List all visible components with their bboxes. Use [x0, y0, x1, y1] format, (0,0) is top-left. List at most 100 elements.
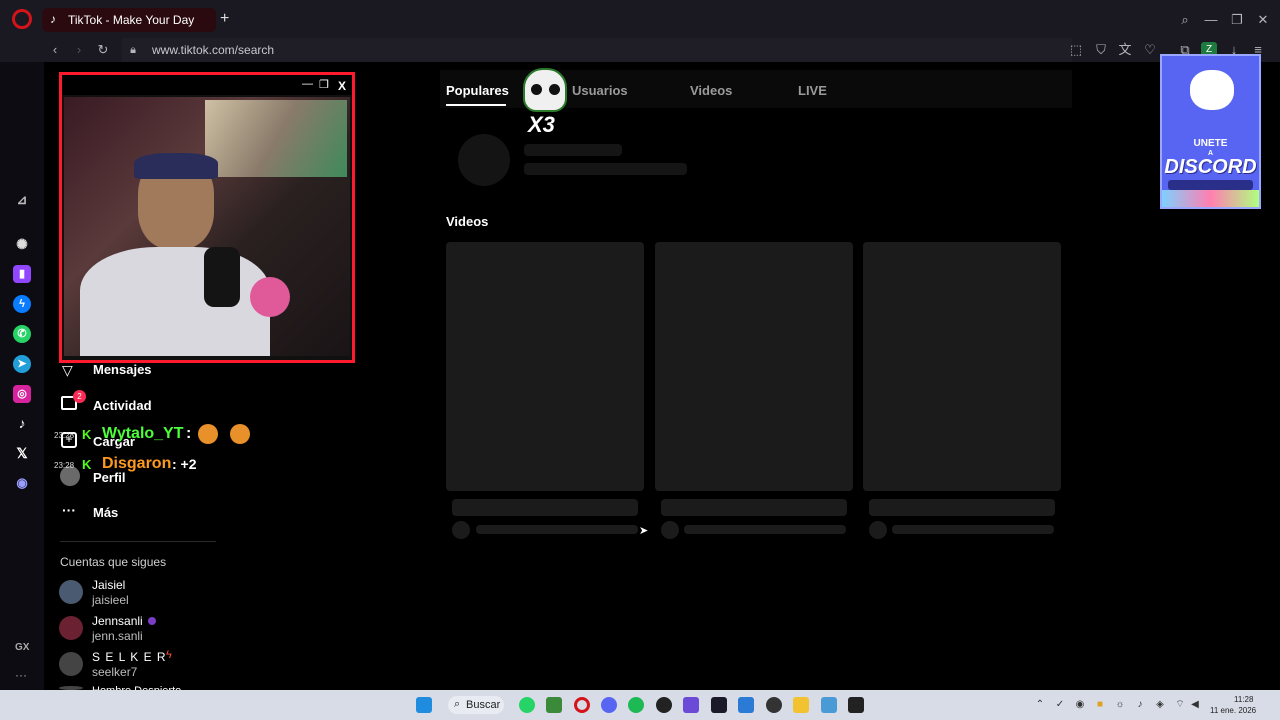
user-skeleton-line — [524, 163, 687, 175]
video-skeleton-meta — [684, 525, 846, 534]
discord-banner: UNETE A DISCORD — [1160, 54, 1261, 209]
avatar[interactable] — [59, 616, 83, 640]
chat-message: : +2 — [172, 456, 197, 472]
app-taskbar-icon[interactable] — [821, 697, 837, 713]
tray-chevron-icon[interactable]: ⌃ — [1034, 699, 1046, 711]
tray-app-icon[interactable]: ✓ — [1054, 699, 1066, 711]
discord-icon[interactable]: ◉ — [13, 474, 31, 492]
nav-mensajes[interactable]: Mensajes — [93, 362, 152, 377]
discord-taskbar-icon[interactable] — [601, 697, 617, 713]
discord-banner-line3: DISCORD — [1164, 156, 1257, 178]
avatar[interactable] — [59, 580, 83, 604]
reload-icon[interactable]: ↻ — [95, 42, 111, 58]
discord-banner-footer — [1168, 180, 1253, 190]
windows-start-icon[interactable] — [416, 697, 432, 713]
taskbar-clock-date[interactable]: 11 ene. 2026 — [1210, 706, 1256, 715]
chat-time: 23:28 — [54, 461, 75, 470]
translate-icon[interactable]: 文 — [1117, 42, 1133, 58]
url-input[interactable]: www.tiktok.com/search — [152, 43, 274, 57]
snapshot-icon[interactable]: ⬚ — [1068, 42, 1084, 58]
webcam-person-body — [80, 247, 270, 356]
logo-text: X3 — [528, 112, 555, 137]
capture-taskbar-icon[interactable] — [848, 697, 864, 713]
x-twitter-icon[interactable]: 𝕏 — [13, 444, 31, 462]
videos-heading: Videos — [446, 214, 489, 229]
nav-actividad[interactable]: Actividad — [93, 398, 152, 413]
video-skeleton-card — [863, 242, 1061, 491]
chat-time: 23:28 — [54, 431, 75, 440]
search-icon[interactable]: ⌕ — [1177, 12, 1193, 28]
taskbar-search-icon: ⌕ — [454, 698, 461, 710]
back-icon[interactable]: ‹ — [47, 42, 63, 58]
app-g-taskbar-icon[interactable] — [656, 697, 672, 713]
terminal-taskbar-icon[interactable] — [711, 697, 727, 713]
chatgpt-icon[interactable]: ✺ — [13, 235, 31, 253]
following-username: jaisieel — [92, 593, 129, 607]
instagram-icon[interactable]: ◎ — [13, 385, 31, 403]
sidebar-more-icon[interactable]: ··· — [15, 668, 27, 682]
tab-populares[interactable]: Populares — [446, 83, 509, 98]
avatar[interactable] — [59, 652, 83, 676]
webcam-plush — [250, 277, 290, 317]
tray-network-icon[interactable]: ◈ — [1154, 699, 1166, 711]
browser-tab-tiktok[interactable]: ♪ TikTok - Make Your Day — [42, 8, 216, 32]
tray-volume-icon[interactable]: ◀ — [1189, 699, 1201, 711]
activity-badge: 2 — [73, 390, 86, 403]
nav-mas[interactable]: Más — [93, 505, 118, 520]
messenger-icon[interactable]: ϟ — [13, 295, 31, 313]
forward-icon[interactable]: › — [71, 42, 87, 58]
whatsapp-icon[interactable]: ✆ — [13, 325, 31, 343]
tray-brightness-icon[interactable]: ☼ — [1114, 699, 1126, 711]
store-taskbar-icon[interactable] — [546, 697, 562, 713]
tiktok-favicon-icon: ♪ — [50, 12, 56, 26]
tray-mic-icon[interactable]: ♪ — [1134, 699, 1146, 711]
explorer-taskbar-icon[interactable] — [793, 697, 809, 713]
webcam-person-cap — [134, 153, 218, 179]
video-skeleton-avatar — [452, 521, 470, 539]
minimize-icon[interactable]: — — [1203, 12, 1219, 28]
chat-platform-icon: K — [82, 427, 92, 442]
chat-platform-icon: K — [82, 457, 92, 472]
more-dots-icon: ··· — [62, 502, 76, 518]
photos-taskbar-icon[interactable] — [738, 697, 754, 713]
tray-wifi-icon[interactable]: ⌔ — [1174, 699, 1186, 711]
tiktok-icon[interactable]: ♪ — [13, 414, 31, 432]
tab-usuarios[interactable]: Usuarios — [572, 83, 628, 98]
following-name[interactable]: S E L K E R — [92, 650, 167, 664]
video-skeleton-title — [452, 499, 638, 516]
tab-live[interactable]: LIVE — [798, 83, 827, 98]
lightning-icon: ϟ — [166, 649, 172, 661]
webcam-microphone — [204, 247, 240, 307]
tab-videos[interactable]: Videos — [690, 83, 732, 98]
maximize-icon[interactable]: ❐ — [1229, 12, 1245, 28]
chat-username: Disgaron — [102, 455, 172, 472]
user-skeleton-avatar — [458, 134, 510, 186]
video-skeleton-meta — [892, 525, 1054, 534]
opera-logo-icon[interactable] — [12, 9, 32, 29]
new-tab-button[interactable]: + — [220, 10, 229, 28]
telegram-icon[interactable]: ➤ — [13, 355, 31, 373]
twitch-icon[interactable]: ▮ — [13, 265, 31, 283]
heart-icon[interactable]: ♡ — [1142, 42, 1158, 58]
whatsapp-taskbar-icon[interactable] — [519, 697, 535, 713]
gx-label[interactable]: GX — [15, 642, 29, 653]
obs-taskbar-icon[interactable] — [766, 697, 782, 713]
video-skeleton-meta — [476, 525, 638, 534]
webcam-close-icon: X — [338, 79, 347, 93]
close-window-icon[interactable]: ✕ — [1255, 12, 1271, 28]
chat-message: : — [186, 425, 192, 442]
skull-eye — [549, 84, 560, 95]
grid-app-taskbar-icon[interactable] — [683, 697, 699, 713]
taskbar-clock-time[interactable]: 11:28 — [1234, 695, 1253, 704]
opera-taskbar-icon[interactable] — [574, 697, 590, 713]
following-name[interactable]: Jaisiel — [92, 578, 125, 592]
spotify-taskbar-icon[interactable] — [628, 697, 644, 713]
ai-icon[interactable]: ⊿ — [13, 191, 31, 209]
tray-discord-icon[interactable]: ◉ — [1074, 699, 1086, 711]
tray-cloud-icon[interactable]: ■ — [1094, 699, 1106, 711]
following-name[interactable]: Jennsanli — [92, 614, 143, 628]
shield-icon[interactable]: ⛉ — [1093, 42, 1109, 58]
taskbar-search[interactable]: ⌕ Buscar — [448, 696, 504, 714]
verified-badge-icon — [148, 617, 156, 625]
video-skeleton-title — [869, 499, 1055, 516]
